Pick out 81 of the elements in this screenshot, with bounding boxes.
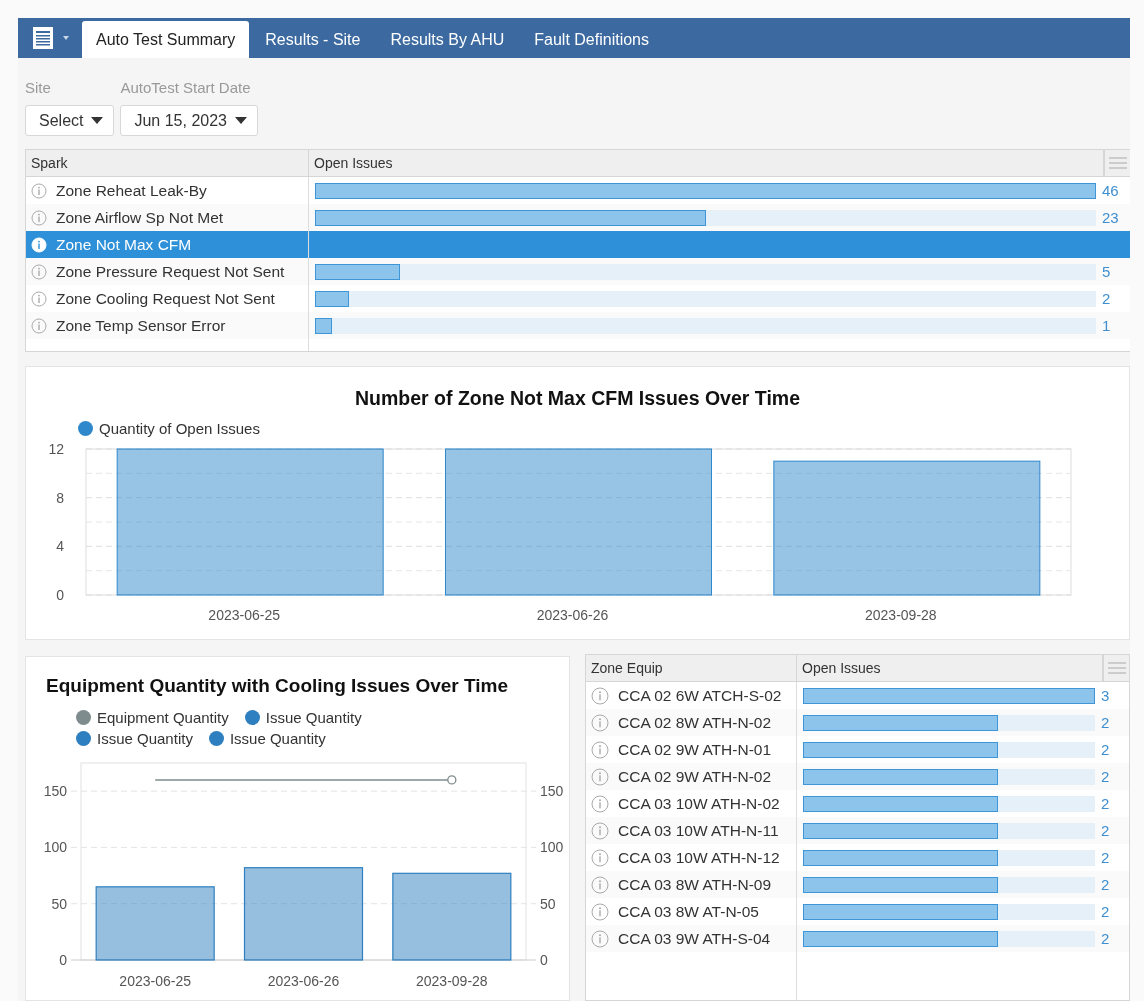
axis-tick-label: 0: [59, 952, 67, 968]
axis-tick-label: 0: [540, 952, 548, 968]
issue-count: 2: [1101, 714, 1111, 731]
axis-tick-label: 50: [51, 895, 67, 912]
chart-title: Equipment Quantity with Cooling Issues Over Time: [45, 675, 510, 697]
issue-name: Zone Temp Sensor Error: [56, 316, 226, 335]
issue-count: 2: [1102, 290, 1112, 307]
tab[interactable]: Auto Test Summary: [82, 21, 250, 58]
equipment-name: CCA 03 10W ATH-N-12: [618, 848, 780, 867]
filter-label: AutoTest Start Date: [120, 79, 252, 96]
issue-name: Zone Not Max CFM: [56, 235, 192, 254]
issue-count: 1: [1102, 317, 1112, 334]
axis-tick-label: 12: [48, 441, 64, 457]
filter-label: Site: [25, 79, 52, 96]
tab[interactable]: Results - Site: [251, 21, 375, 58]
table-row[interactable]: CCA 03 8W ATH-N-09 2: [586, 871, 1129, 898]
legend-label: Issue Quantity: [229, 730, 326, 747]
table-row[interactable]: Zone Airflow Sp Not Met 23: [26, 204, 1130, 231]
axis-tick-label: 0: [56, 587, 64, 603]
equipment-name: CCA 03 8W AT-N-05: [618, 902, 759, 921]
axis-tick-label: 100: [43, 839, 67, 856]
legend-label: Issue Quantity: [97, 730, 193, 747]
table-row[interactable]: Zone Pressure Request Not Sent 5: [26, 258, 1130, 285]
axis-tick-label: 2023-06-26: [267, 973, 340, 987]
issue-count: 2: [1101, 903, 1111, 920]
axis-tick-label: 2023-06-25: [208, 607, 280, 623]
issue-count: 23: [1102, 209, 1120, 226]
issue-name: Zone Airflow Sp Not Met: [56, 208, 224, 227]
table-row[interactable]: CCA 02 6W ATCH-S-02 3: [586, 682, 1129, 709]
axis-tick-label: 150: [43, 783, 67, 800]
legend-label: Quantity of Open Issues: [99, 420, 260, 437]
issue-count: 2: [1101, 795, 1111, 812]
legend-label: Equipment Quantity: [97, 709, 229, 726]
axis-tick-label: 2023-06-26: [536, 607, 609, 623]
issue-count: 2: [1101, 822, 1111, 839]
table-row[interactable]: CCA 03 9W ATH-S-04 2: [586, 925, 1129, 952]
tab[interactable]: Fault Definitions: [520, 21, 663, 58]
axis-tick-label: 4: [56, 538, 64, 555]
issue-count: 2: [1101, 849, 1111, 866]
table-row[interactable]: CCA 02 8W ATH-N-02 2: [586, 709, 1129, 736]
issue-name: Zone Cooling Request Not Sent: [56, 289, 275, 308]
table-row[interactable]: CCA 02 9W ATH-N-02 2: [586, 763, 1129, 790]
axis-tick-label: 50: [540, 895, 556, 912]
issue-count: 2: [1101, 876, 1111, 893]
issue-name: Zone Pressure Request Not Sent: [56, 262, 285, 281]
axis-tick-label: 2023-09-28: [865, 607, 937, 623]
dropdown[interactable]: Jun 15, 2023: [120, 105, 258, 136]
equipment-name: CCA 03 9W ATH-S-04: [618, 929, 771, 948]
issue-count: 5: [1102, 263, 1112, 280]
axis-tick-label: 150: [540, 783, 564, 800]
issue-count: 2: [1101, 768, 1111, 785]
equipment-name: CCA 02 9W ATH-N-01: [618, 740, 772, 759]
table-row[interactable]: CCA 03 10W ATH-N-12 2: [586, 844, 1129, 871]
column-header: Spark: [26, 150, 309, 176]
table-row[interactable]: CCA 03 10W ATH-N-11 2: [586, 817, 1129, 844]
tab[interactable]: Results By AHU: [376, 21, 519, 58]
equipment-name: CCA 03 8W ATH-N-09: [618, 875, 772, 894]
equipment-name: CCA 03 10W ATH-N-11: [618, 821, 779, 840]
axis-tick-label: 2023-09-28: [416, 973, 488, 987]
axis-tick-label: 8: [56, 489, 64, 506]
chart-title: Number of Zone Not Max CFM Issues Over Time: [354, 387, 801, 410]
table-row[interactable]: Zone Reheat Leak-By 46: [26, 177, 1130, 204]
equipment-name: CCA 02 9W ATH-N-02: [618, 767, 772, 786]
column-header: Zone Equip: [586, 655, 797, 681]
table-row[interactable]: Zone Cooling Request Not Sent 2: [26, 285, 1130, 312]
issue-count: 3: [1101, 687, 1111, 704]
equipment-name: CCA 02 8W ATH-N-02: [618, 713, 772, 732]
dropdown[interactable]: Select: [25, 105, 115, 136]
equipment-name: CCA 03 10W ATH-N-02: [618, 794, 780, 813]
equipment-name: CCA 02 6W ATCH-S-02: [618, 686, 782, 705]
axis-tick-label: 100: [540, 839, 564, 856]
axis-tick-label: 2023-06-25: [119, 973, 191, 987]
table-row[interactable]: CCA 02 9W ATH-N-01 2: [586, 736, 1129, 763]
table-row[interactable]: CCA 03 8W AT-N-05 2: [586, 898, 1129, 925]
legend-label: Issue Quantity: [265, 709, 362, 726]
issue-count: 2: [1101, 930, 1111, 947]
issue-count: 2: [1101, 741, 1111, 758]
table-row[interactable]: Zone Temp Sensor Error 1: [26, 312, 1130, 339]
issue-name: Zone Reheat Leak-By: [56, 181, 207, 200]
issue-count: 46: [1102, 182, 1120, 199]
table-row[interactable]: CCA 03 10W ATH-N-02 2: [586, 790, 1129, 817]
